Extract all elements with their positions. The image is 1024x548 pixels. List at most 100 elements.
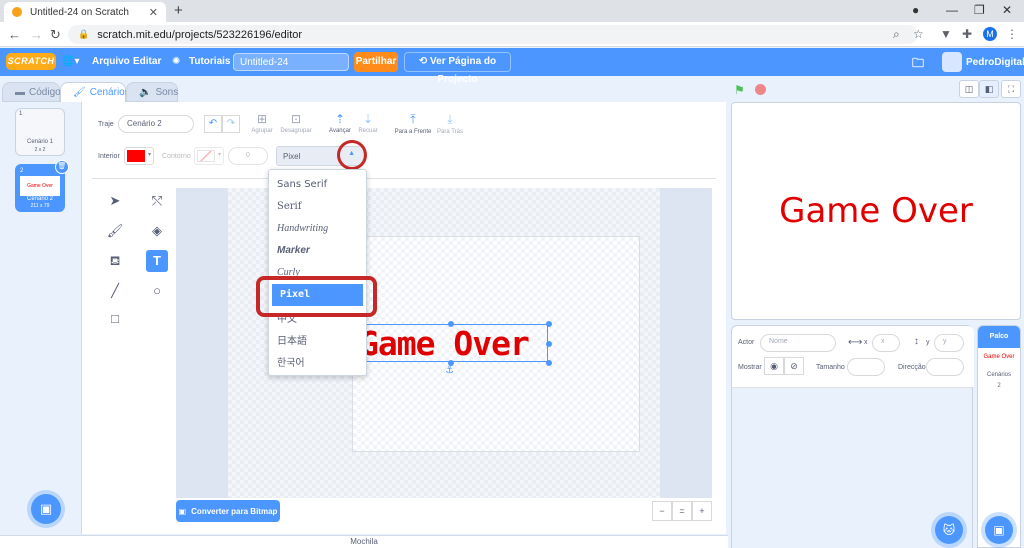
extension-icon[interactable]: ▼ (940, 27, 952, 41)
fill-color-picker[interactable]: ▾ (124, 147, 154, 165)
costume-card-2[interactable]: 2 Game Over Cenário 2 211 x 79 🗑 (15, 160, 69, 212)
eraser-icon: ◈ (152, 223, 162, 238)
rotate-handle-icon[interactable]: ⚓ (445, 365, 454, 376)
stage[interactable]: Game Over (731, 102, 1021, 320)
brush-tool[interactable]: 🖌 (104, 220, 126, 242)
scratch-logo[interactable]: SCRATCH (6, 53, 56, 70)
size-input[interactable] (847, 358, 885, 376)
green-flag-icon[interactable]: ⚑ (734, 83, 748, 97)
ungroup-button[interactable]: ⊡ Desagrupar (278, 112, 314, 134)
more-menu-icon[interactable]: ⋮ (1006, 27, 1018, 41)
profile-avatar[interactable]: M (983, 27, 997, 41)
font-option-sans-serif[interactable]: Sans Serif (269, 174, 366, 196)
size-label: Tamanho (816, 364, 845, 371)
convert-to-bitmap-button[interactable]: ▣ Converter para Bitmap (176, 500, 280, 522)
redo-button[interactable]: ↷ (222, 115, 240, 133)
user-menu[interactable]: PedroDigital ▾ (942, 52, 1024, 72)
eraser-tool[interactable]: ◈ (146, 220, 168, 242)
font-option-korean[interactable]: 한국어 (269, 353, 366, 375)
resize-handle[interactable] (546, 321, 552, 327)
backpack-bar[interactable]: Mochila (0, 535, 728, 548)
close-tab-icon[interactable]: ✕ (149, 6, 158, 19)
add-backdrop-button[interactable]: ▣ (985, 516, 1013, 544)
zoom-out-button[interactable]: − (652, 501, 672, 521)
menu-tutoriais[interactable]: Tutoriais (189, 56, 230, 67)
select-tool[interactable]: ➤ (104, 190, 126, 212)
undo-button[interactable]: ↶ (204, 115, 222, 133)
text-object[interactable]: Game Over ⚓ (349, 321, 552, 376)
rectangle-tool[interactable]: □ (104, 308, 126, 330)
tab-costumes[interactable]: 🖌 Cenários (60, 82, 130, 102)
backdrops-count: 2 (997, 383, 1001, 389)
stage-selector[interactable]: Palco Game Over Cenários 2 (977, 325, 1021, 548)
y-arrow-icon: ↕ (914, 336, 919, 347)
puzzle-icon[interactable]: ✚ (962, 27, 972, 41)
stop-icon[interactable] (755, 84, 766, 95)
small-stage-button[interactable]: ◫ (959, 80, 979, 98)
resize-handle[interactable] (546, 341, 552, 347)
ungroup-label: Desagrupar (280, 128, 312, 134)
zoom-in-button[interactable]: + (692, 501, 712, 521)
font-option-japanese[interactable]: 日本語 (269, 331, 366, 353)
browser-tab[interactable]: Untitled-24 on Scratch ✕ (4, 2, 166, 22)
add-sprite-button[interactable]: 🐱 (935, 516, 963, 544)
x-input[interactable]: x (872, 334, 900, 352)
trash-icon[interactable]: 🗑 (55, 160, 69, 174)
costume-card-1[interactable]: 1 Cenário 1 2 x 2 (15, 108, 65, 156)
circle-tool[interactable]: ○ (146, 280, 168, 302)
font-option-handwriting[interactable]: Handwriting (269, 218, 366, 240)
font-option-marker[interactable]: Marker (269, 240, 366, 262)
tab-search-icon[interactable]: ● (912, 3, 919, 17)
tab-sounds-label: Sons (155, 86, 179, 98)
new-tab-icon[interactable]: + (174, 2, 183, 19)
menu-arquivo[interactable]: Arquivo (92, 56, 130, 67)
paint-editor: Traje Cenário 2 ↶ ↷ ⊞ Agrupar ⊡ Desagrupar… (82, 102, 726, 534)
project-title-input[interactable]: Untitled-24 (233, 53, 349, 71)
outline-color-picker[interactable]: ▾ (194, 147, 224, 165)
toolbar-divider (92, 178, 716, 179)
forward-button[interactable]: ⇡ Avançar (326, 112, 354, 134)
resize-handle[interactable] (448, 321, 454, 327)
line-tool[interactable]: ╱ (104, 280, 126, 302)
show-sprite-button[interactable]: ◉ (764, 357, 784, 375)
text-tool[interactable]: T (146, 250, 168, 272)
tab-sounds[interactable]: 🔈 Sons (126, 82, 178, 102)
zoom-reset-button[interactable]: = (672, 501, 692, 521)
fullscreen-button[interactable]: ⛶ (1001, 80, 1021, 98)
convert-label: Converter para Bitmap (191, 506, 278, 516)
maximize-icon[interactable]: ❐ (974, 3, 985, 17)
minimize-icon[interactable]: — (946, 3, 958, 17)
forward-icon[interactable]: → (30, 27, 43, 42)
costume-name-input[interactable]: Cenário 2 (118, 115, 194, 133)
back-icon[interactable]: ← (8, 27, 21, 42)
y-input[interactable]: y (934, 334, 964, 352)
reshape-tool[interactable]: ⤲ (146, 190, 168, 212)
reload-icon[interactable]: ↻ (50, 27, 61, 43)
url-field[interactable]: 🔒 scratch.mit.edu/projects/523226196/edi… (68, 25, 918, 44)
add-costume-button[interactable]: ▣ (31, 494, 61, 524)
undo-icon: ↶ (208, 118, 218, 129)
hide-sprite-button[interactable]: ⊘ (784, 357, 804, 375)
globe-icon[interactable]: 🌐▾ (62, 56, 79, 67)
resize-handle[interactable] (546, 360, 552, 366)
font-option-serif[interactable]: Serif (269, 196, 366, 218)
to-front-button[interactable]: ⤒ Para a Frente (392, 112, 434, 135)
tab-code[interactable]: ▬ Código (2, 82, 61, 102)
zoom-icon[interactable]: ⌕ (893, 27, 900, 42)
close-window-icon[interactable]: ✕ (1002, 3, 1012, 17)
group-button[interactable]: ⊞ Agrupar (248, 112, 276, 134)
to-back-button[interactable]: ⤓ Para Trás (432, 112, 468, 135)
show-label: Mostrar (738, 364, 762, 371)
fill-tool[interactable]: ⛾ (104, 250, 126, 272)
outline-width-input[interactable]: 0 (228, 147, 268, 165)
bookmark-star-icon[interactable]: ☆ (913, 27, 924, 41)
to-front-label: Para a Frente (394, 129, 432, 135)
view-project-button[interactable]: ⟲ Ver Página do Projecto (404, 52, 511, 85)
direction-input[interactable] (926, 358, 964, 376)
my-stuff-folder-icon[interactable]: 🗀 (912, 54, 924, 75)
share-button[interactable]: Partilhar (354, 52, 398, 72)
backward-button[interactable]: ⇣ Recuar (354, 112, 382, 134)
menu-editar[interactable]: Editar (133, 56, 161, 67)
sprite-name-input[interactable]: Nome (760, 334, 836, 352)
normal-stage-button[interactable]: ◧ (979, 80, 999, 98)
